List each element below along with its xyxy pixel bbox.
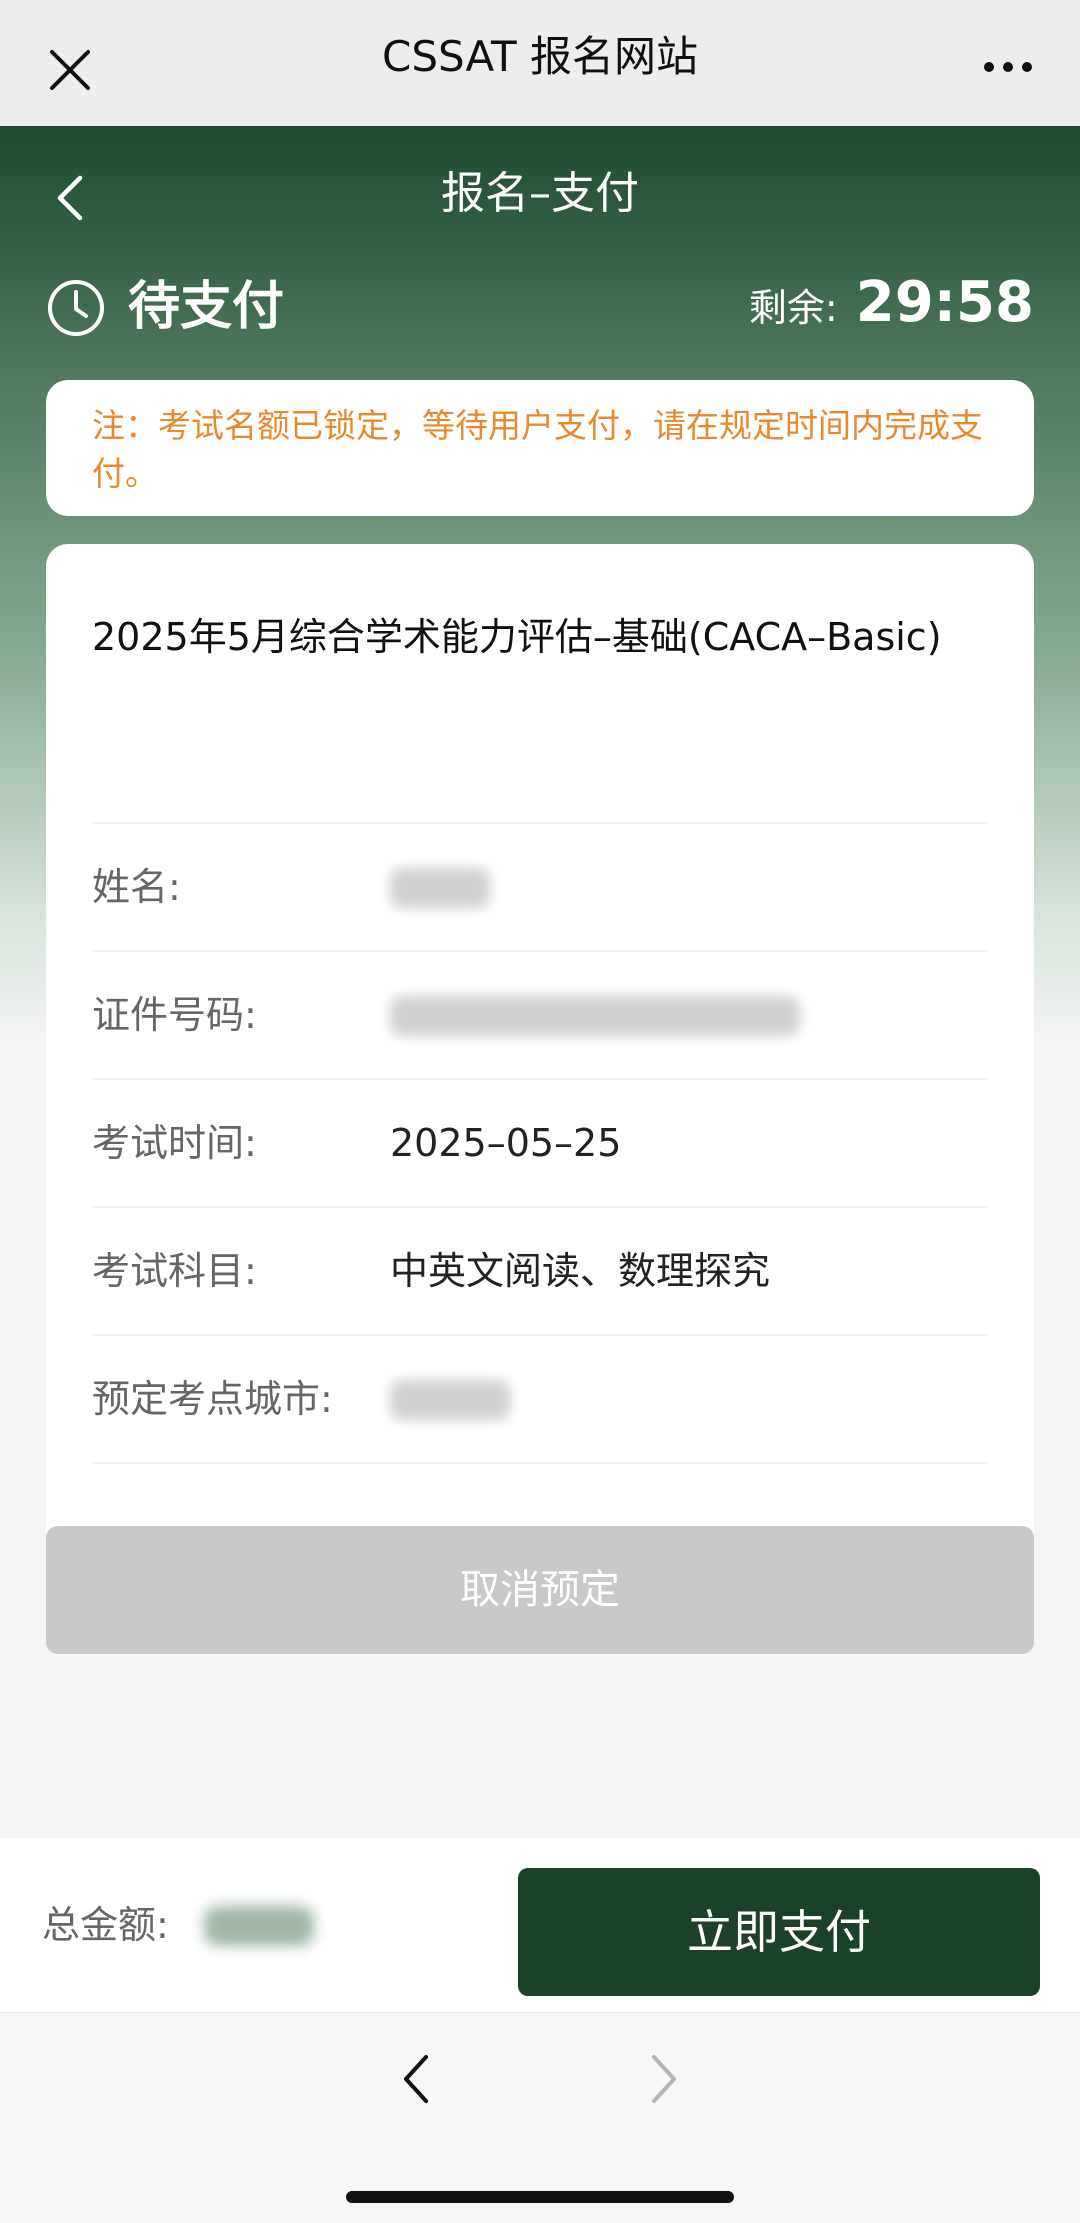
row-value: 中英文阅读、数理探究 [390,1249,771,1293]
page-title: 报名–支付 [441,168,639,219]
divider [92,1462,988,1464]
row-test-city: 预定考点城市: [92,1336,988,1462]
cancel-reservation-button[interactable]: 取消预定 [46,1526,1034,1654]
row-name: 姓名: [92,824,988,950]
browser-bottom-nav [0,2012,1080,2223]
total-amount-label: 总金额: [42,1903,169,1947]
clock-icon [48,280,104,336]
payment-bar: 总金额: 立即支付 [0,1838,1080,2012]
main-content: 报名–支付 待支付 剩余: 29:58 注：考试名额已锁定，等待用户支付，请在规… [0,126,1080,1838]
redacted-value [390,996,800,1036]
row-label: 姓名: [92,865,181,909]
pay-now-button[interactable]: 立即支付 [518,1868,1040,1996]
redacted-value [390,868,490,908]
window-title: CSSAT 报名网站 [382,32,698,81]
row-label: 预定考点城市: [92,1377,333,1421]
countdown: 剩余: 29:58 [749,270,1034,335]
row-exam-date: 考试时间: 2025–05–25 [92,1080,988,1206]
chevron-right-icon[interactable] [650,2053,680,2105]
chevron-left-icon[interactable] [400,2053,430,2105]
course-title: 2025年5月综合学术能力评估–基础(CACA–Basic) [92,615,942,659]
row-label: 考试时间: [92,1121,257,1165]
more-icon[interactable] [982,60,1034,74]
home-indicator [346,2191,734,2203]
countdown-label: 剩余: [748,286,838,330]
status-text: 待支付 [128,277,285,337]
redacted-value [390,1380,510,1420]
row-value: 2025–05–25 [390,1121,622,1165]
order-details-card: 2025年5月综合学术能力评估–基础(CACA–Basic) 姓名: 证件号码:… [46,544,1034,1604]
countdown-time: 29:58 [855,270,1034,335]
row-label: 考试科目: [92,1249,257,1293]
row-id-number: 证件号码: [92,952,988,1078]
row-exam-subjects: 考试科目: 中英文阅读、数理探究 [92,1208,988,1334]
notice-banner: 注：考试名额已锁定，等待用户支付，请在规定时间内完成支付。 [46,380,1034,516]
row-label: 证件号码: [92,993,257,1037]
redacted-amount [204,1906,314,1946]
app-top-bar: CSSAT 报名网站 [0,0,1080,126]
